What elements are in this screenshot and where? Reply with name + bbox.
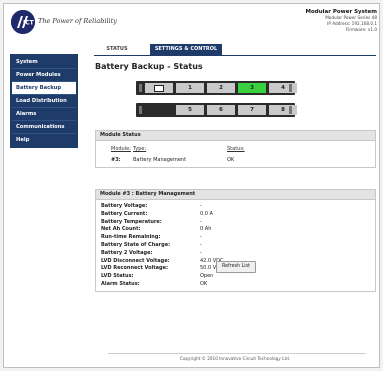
svg-text:ICT: ICT xyxy=(23,20,35,27)
detail-row: Battery Current: 0.0 A xyxy=(96,211,375,219)
module-status-value: OK xyxy=(227,157,235,163)
module-slot-3[interactable]: 3 xyxy=(238,83,266,93)
rack-ear-left xyxy=(139,84,142,92)
detail-label: Alarm Status: xyxy=(101,280,140,287)
page-title: Battery Backup - Status xyxy=(95,62,203,71)
detail-label: Net Ah Count: xyxy=(101,226,141,233)
tab-underline xyxy=(94,55,376,56)
sidebar-item-battery-backup[interactable]: Battery Backup xyxy=(12,82,76,95)
module-slot-7[interactable]: 7 xyxy=(238,105,266,115)
module-status-title: Module Status xyxy=(96,131,375,141)
detail-label: Run-time Remaining: xyxy=(101,234,161,241)
detail-value: OK xyxy=(200,280,208,287)
module-slot-1[interactable]: 1 xyxy=(176,83,204,93)
module-status-panel: Module Status Module: Type: Status: #3: … xyxy=(95,130,376,168)
module-type: Battery Management xyxy=(133,157,187,163)
detail-row: Run-time Remaining: - xyxy=(96,234,375,242)
col-header-status: Status: xyxy=(227,146,245,152)
detail-row: Alarm Status: OK xyxy=(96,281,375,289)
detail-row: Battery State of Charge: - xyxy=(96,242,375,250)
detail-value: - xyxy=(200,249,202,256)
module-detail-panel: Module #3 : Battery Management Battery V… xyxy=(95,189,376,292)
sidebar-item-help[interactable]: Help xyxy=(12,134,76,146)
detail-label: Battery Temperature: xyxy=(101,218,162,225)
sidebar-item-power-modules[interactable]: Power Modules xyxy=(12,69,76,82)
detail-value: - xyxy=(200,241,202,248)
detail-label: Battery Current: xyxy=(101,210,148,217)
logo-graphic: ICT xyxy=(11,10,35,34)
monitor-icon xyxy=(154,84,164,92)
detail-row: Battery Voltage: - xyxy=(96,203,375,211)
detail-label: Battery State of Charge: xyxy=(101,241,171,248)
module-slot-8[interactable]: 8 xyxy=(269,105,297,115)
detail-value: 0 Ah xyxy=(200,226,212,233)
detail-value: - xyxy=(200,218,202,225)
detail-label: LVD Reconnect Voltage: xyxy=(101,265,168,272)
detail-value: - xyxy=(200,234,202,241)
rack-ear-right xyxy=(289,84,292,92)
detail-label: LVD Status: xyxy=(101,273,134,280)
copyright-footer: Copyright © 2010 Innovative Circuit Tech… xyxy=(179,356,291,361)
tab-status[interactable]: STATUS xyxy=(94,44,140,55)
system-firmware: Firmware: v1.0 xyxy=(345,27,377,32)
module-slot-5[interactable]: 5 xyxy=(176,105,204,115)
detail-value: 0.0 A xyxy=(200,210,213,217)
monitor-module[interactable] xyxy=(145,83,173,93)
module-status-table: Module: Type: Status: #3: Battery Manage… xyxy=(96,141,375,169)
app-frame: ICT The Power of Reliability Modular Pow… xyxy=(3,3,380,368)
detail-label: Battery 2 Voltage: xyxy=(101,249,153,256)
ict-logo: ICT xyxy=(11,10,35,34)
col-header-module: Module: xyxy=(111,146,131,152)
module-detail-list: Battery Voltage: - Battery Current: 0.0 A … xyxy=(96,200,375,289)
rack-ear-left xyxy=(139,106,142,114)
module-number: #3: xyxy=(111,157,121,163)
refresh-list-button[interactable]: Refresh List xyxy=(216,261,256,273)
page-header: ICT The Power of Reliability Modular Pow… xyxy=(4,4,379,38)
detail-row: Net Ah Count: 0 Ah xyxy=(96,226,375,234)
rack-ear-right xyxy=(289,106,292,114)
sidebar-item-system[interactable]: System xyxy=(12,56,76,69)
sidebar-item-alarms[interactable]: Alarms xyxy=(12,108,76,121)
tagline: The Power of Reliability xyxy=(38,17,117,25)
sidebar-nav: System Power Modules Battery Backup Load… xyxy=(10,54,78,148)
system-info: Modular Power System Modular Power Serie… xyxy=(306,9,378,33)
col-header-type: Type: xyxy=(133,146,147,152)
module-slot-4[interactable]: 4 xyxy=(269,83,297,93)
tab-settings-control[interactable]: SETTINGS & CONTROL xyxy=(150,44,222,55)
detail-row: Battery Temperature: - xyxy=(96,219,375,227)
module-rack-top: 1 2 3 4 xyxy=(136,81,297,95)
sidebar-item-communications[interactable]: Communications xyxy=(12,121,76,134)
footer-divider xyxy=(108,353,366,354)
detail-value: - xyxy=(200,203,202,209)
module-slot-2[interactable]: 2 xyxy=(207,83,235,93)
detail-label: LVD Disconnect Voltage: xyxy=(101,257,170,264)
sidebar-item-load-distribution[interactable]: Load Distribution xyxy=(12,95,76,108)
module-detail-title: Module #3 : Battery Management xyxy=(96,190,375,200)
module-rack-bottom: 5 6 7 8 xyxy=(136,103,297,117)
detail-label: Battery Voltage: xyxy=(101,203,148,209)
detail-row: Battery 2 Voltage: - xyxy=(96,250,375,258)
detail-value: Open xyxy=(200,273,214,280)
module-slot-6[interactable]: 6 xyxy=(207,105,235,115)
detail-row: LVD Status: Open xyxy=(96,273,375,281)
